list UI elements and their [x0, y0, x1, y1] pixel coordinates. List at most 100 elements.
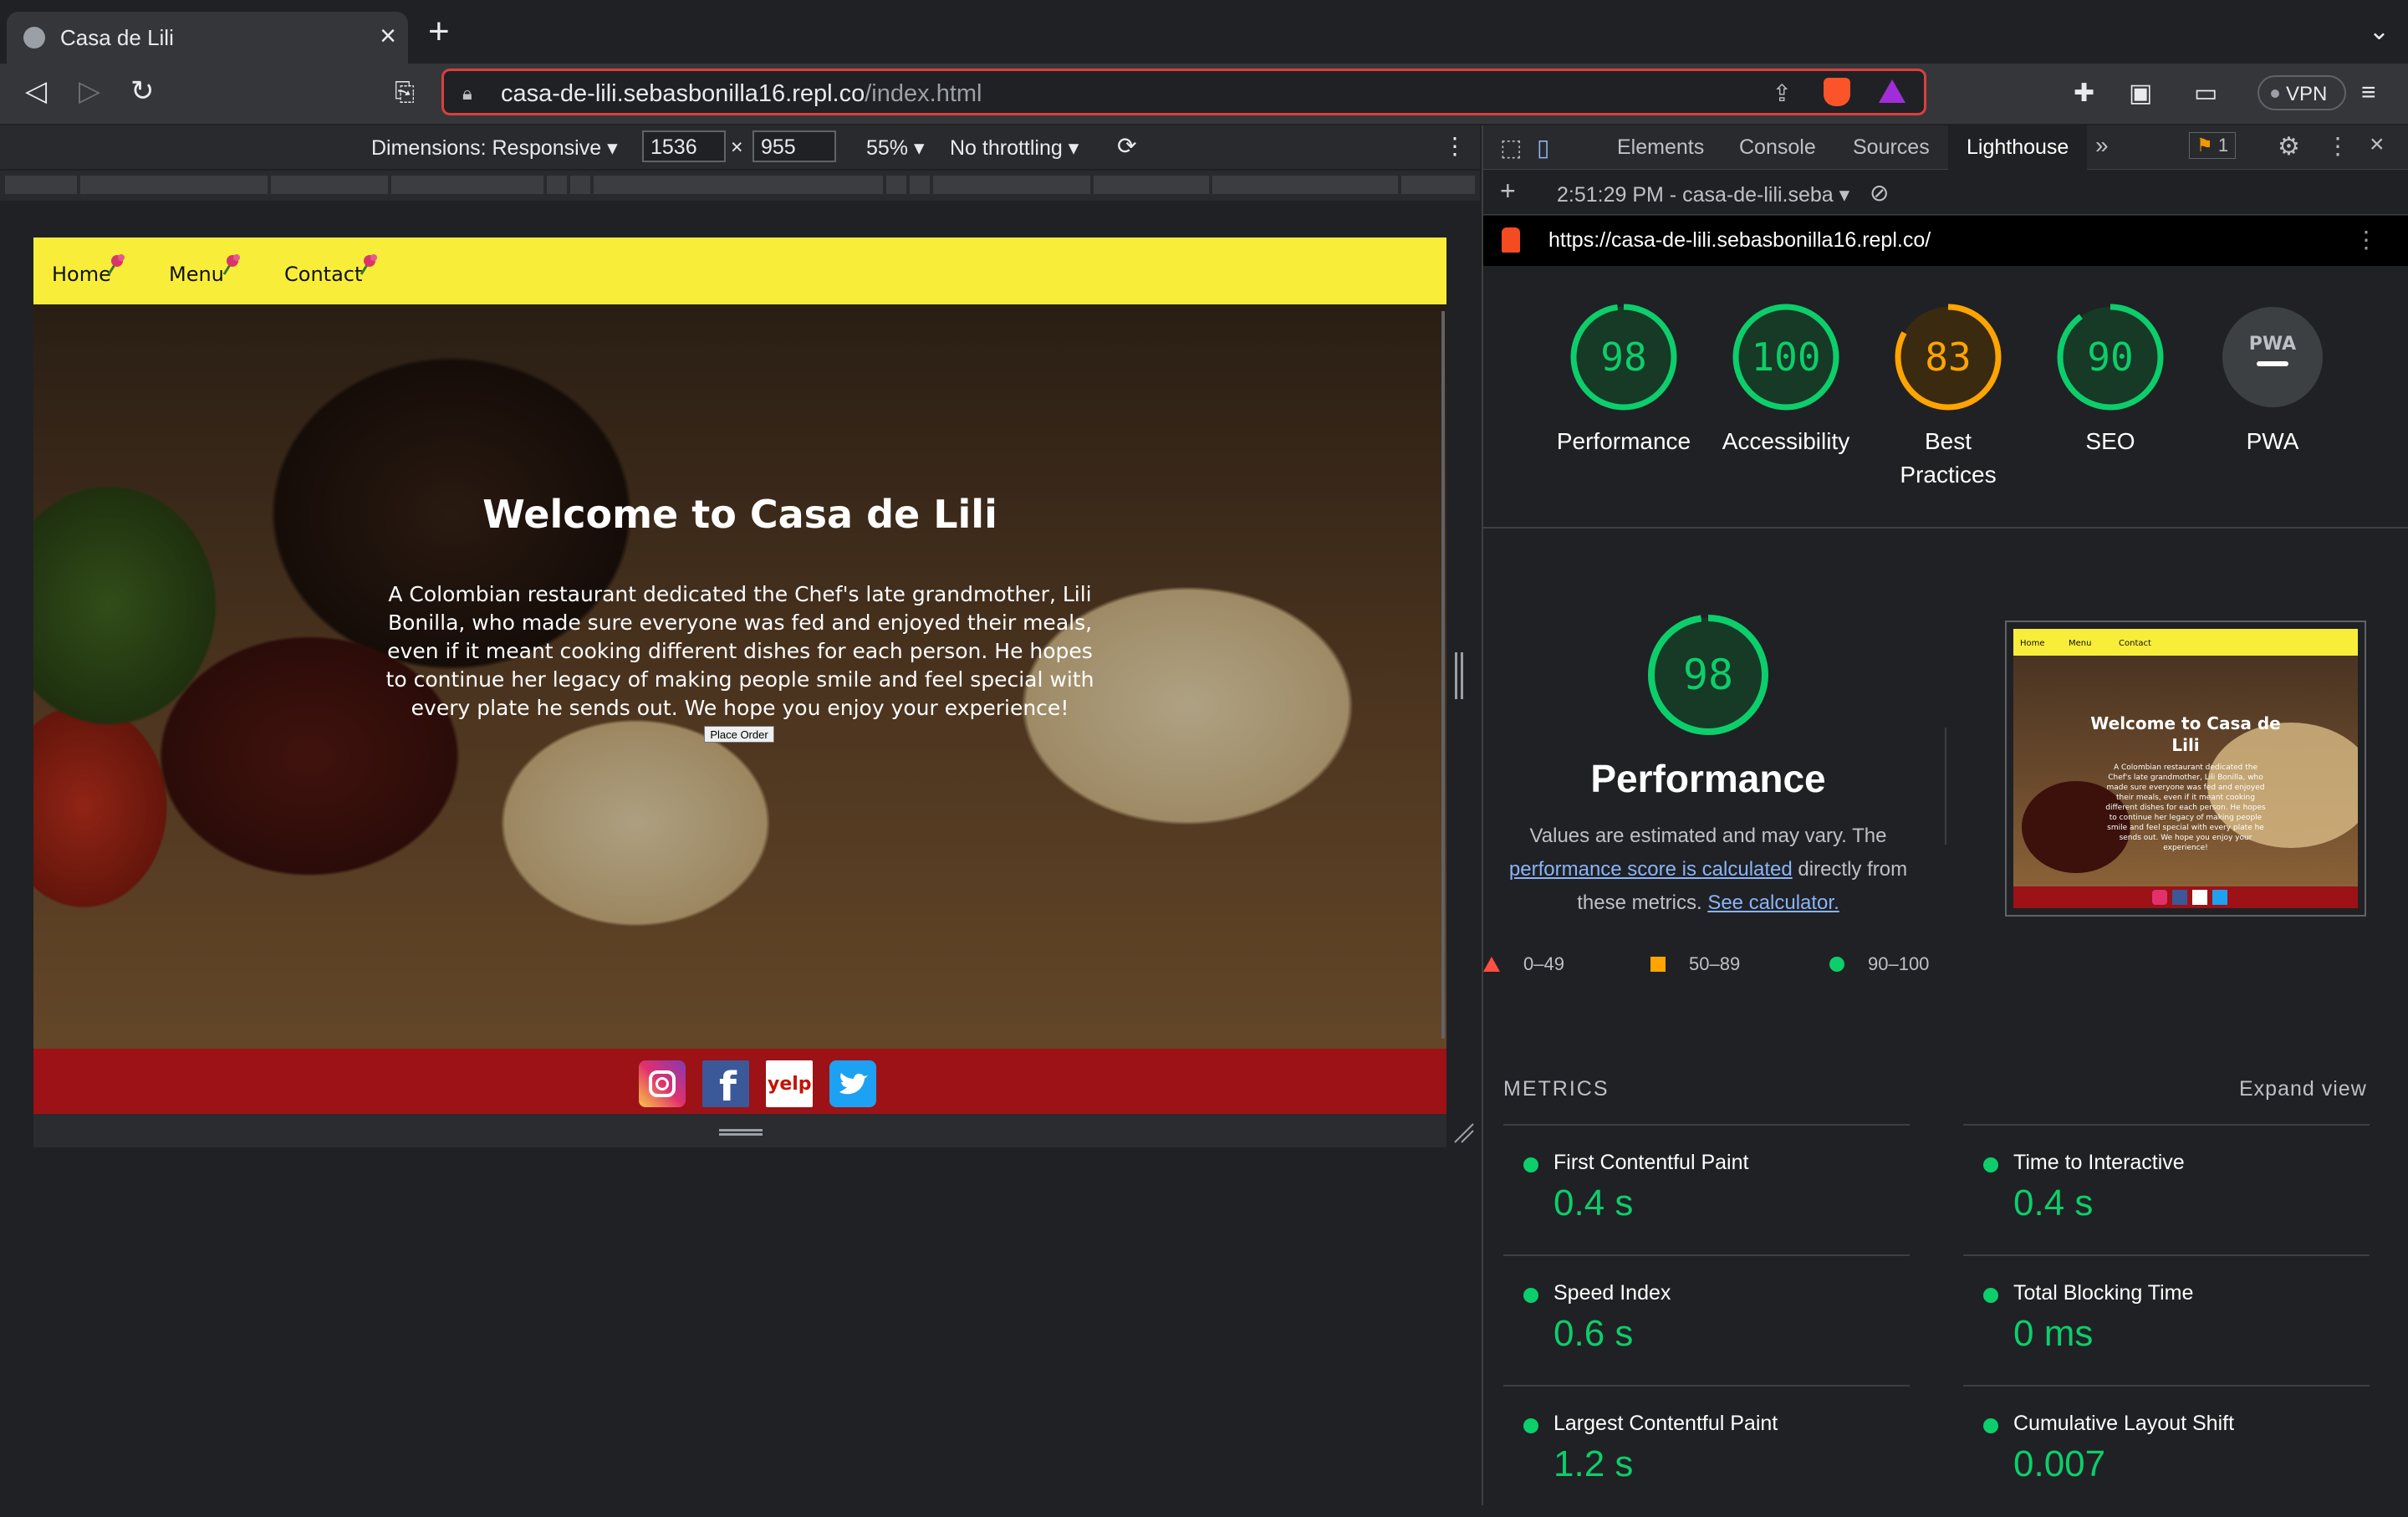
globe-icon — [23, 27, 45, 49]
gauge-score: 83 — [1925, 335, 1971, 380]
gauge-seo[interactable]: 90 — [2056, 303, 2165, 411]
height-input[interactable]: 955 — [752, 130, 836, 162]
gauge-score: 90 — [2087, 335, 2133, 380]
pwa-dash-icon — [2257, 361, 2288, 366]
expand-view-toggle[interactable]: Expand view — [2239, 1077, 2367, 1101]
page-scrollbar[interactable] — [1441, 311, 1445, 1039]
fail-triangle-icon — [1483, 957, 1500, 972]
nav-menu-link[interactable]: Menu — [169, 263, 224, 286]
pass-dot-icon — [1983, 1418, 1998, 1433]
bottom-resize-handle[interactable] — [33, 1114, 1446, 1147]
hero-image: Welcome to Casa de Lili A Colombian rest… — [33, 304, 1446, 1049]
bookmark-icon[interactable]: ⎘ — [395, 80, 415, 105]
nav-contact-link[interactable]: Contact — [284, 263, 362, 286]
menu-icon[interactable]: ≡ — [2361, 79, 2376, 107]
legend-pass: 90–100 — [1868, 953, 1930, 974]
reload-icon[interactable]: ↻ — [130, 77, 155, 105]
pwa-badge-text: PWA — [2249, 334, 2296, 355]
gauge-pwa[interactable]: PWA — [2218, 303, 2327, 411]
zoom-select[interactable]: 55% ▾ — [866, 135, 925, 161]
metric-largest-contentful-paint: Largest Contentful Paint 1.2 s — [1503, 1385, 1910, 1517]
pass-circle-icon — [1829, 957, 1844, 972]
metric-speed-index: Speed Index 0.6 s — [1503, 1254, 1910, 1387]
metrics-heading: METRICS — [1503, 1077, 1610, 1101]
gauge-best-practices[interactable]: 83 — [1894, 303, 2002, 411]
score-calculated-link[interactable]: performance score is calculated — [1509, 858, 1793, 881]
gauge-score: 100 — [1751, 335, 1820, 380]
metric-name: Time to Interactive — [2013, 1151, 2185, 1174]
twitter-icon[interactable] — [829, 1060, 876, 1107]
instagram-icon[interactable] — [639, 1060, 686, 1107]
gauge-label: Best Practices — [1900, 428, 1997, 488]
thumb-nav-home: Home — [2020, 639, 2045, 648]
lock-icon[interactable]: 🔒︎ — [462, 83, 472, 105]
vpn-label: VPN — [2286, 83, 2328, 105]
score-gauges: 98 Performance 100 Accessibility 83 Best Pract… — [1483, 125, 2408, 527]
thumb-title: Welcome to Casa de Lili — [2090, 713, 2281, 755]
thumb-nav-menu: Menu — [2069, 639, 2092, 648]
dimensions-select[interactable]: Dimensions: Responsive ▾ — [371, 135, 618, 161]
brave-rewards-icon[interactable] — [1879, 79, 1905, 103]
metric-cumulative-layout-shift: Cumulative Layout Shift 0.007 — [1963, 1385, 2370, 1517]
device-toolbar: Dimensions: Responsive ▾ 1536 × 955 55% … — [0, 125, 1480, 169]
share-icon[interactable]: ⇪ — [1773, 79, 1792, 107]
page-screenshot-thumbnail[interactable]: Home Menu Contact Welcome to Casa de Lil… — [2005, 621, 2366, 917]
flower-icon — [222, 254, 240, 275]
corner-resize-icon[interactable] — [1451, 1121, 1475, 1144]
gauge-label: Performance — [1556, 428, 1691, 454]
gauge-label: SEO — [2085, 428, 2135, 454]
rotate-icon[interactable]: ⟳ — [1117, 132, 1136, 160]
tab-title: Casa de Lili — [60, 25, 174, 50]
times-sign: × — [731, 135, 743, 159]
metric-name: Cumulative Layout Shift — [2013, 1412, 2235, 1435]
metric-name: Largest Contentful Paint — [1553, 1412, 1778, 1435]
legend-average: 50–89 — [1689, 953, 1741, 974]
gauge-label: Accessibility — [1722, 428, 1850, 454]
width-input[interactable]: 1536 — [642, 130, 726, 162]
new-tab-button[interactable]: + — [428, 13, 450, 50]
metric-name: Speed Index — [1553, 1281, 1671, 1305]
performance-detail-score: 98 — [1683, 651, 1733, 699]
metric-value: 0.4 s — [1553, 1182, 1634, 1223]
divider — [1945, 728, 1946, 845]
metric-time-to-interactive: Time to Interactive 0.4 s — [1963, 1124, 2370, 1256]
see-calculator-link[interactable]: See calculator. — [1707, 891, 1839, 914]
address-bar[interactable]: 🔒︎ casa-de-lili.sebasbonilla16.repl.co/i… — [441, 69, 1926, 115]
forward-icon[interactable]: ▷ — [79, 77, 100, 105]
back-icon[interactable]: ◁ — [25, 77, 47, 105]
pass-dot-icon — [1983, 1288, 1998, 1303]
tab-search-chevron-icon[interactable]: ⌄ — [2369, 17, 2390, 46]
more-options-icon[interactable]: ⋮ — [1443, 132, 1467, 160]
sidebar-icon[interactable]: ▣ — [2129, 79, 2152, 108]
metric-value: 1.2 s — [1553, 1443, 1634, 1484]
extensions-icon[interactable]: ✚ — [2074, 79, 2094, 108]
flower-icon — [360, 254, 377, 275]
wallet-icon[interactable]: ▭ — [2194, 79, 2217, 108]
metric-name: Total Blocking Time — [2013, 1281, 2194, 1305]
metric-value: 0 ms — [2013, 1313, 2094, 1354]
place-order-button[interactable]: Place Order — [704, 726, 774, 743]
devtools-panel: ⬚ ▯ Elements Console Sources Lighthouse … — [1482, 125, 2408, 1505]
nav-home-link[interactable]: Home — [52, 263, 111, 286]
facebook-icon[interactable]: f — [702, 1060, 749, 1111]
hero-description: A Colombian restaurant dedicated the Che… — [385, 582, 1094, 720]
vpn-button[interactable]: VPN — [2258, 75, 2346, 110]
flower-icon — [107, 254, 125, 275]
hero-title: Welcome to Casa de Lili — [482, 492, 997, 537]
thumb-text: A Colombian restaurant dedicated the Che… — [2105, 764, 2266, 852]
yelp-icon[interactable]: yelp — [766, 1060, 813, 1107]
performance-description: Values are estimated and may vary. The p… — [1508, 825, 1908, 914]
metric-value: 0.007 — [2013, 1443, 2106, 1484]
score-legend: 0–49 50–89 90–100 — [1483, 950, 1951, 983]
gauge-accessibility[interactable]: 100 — [1732, 303, 1840, 411]
brave-shields-icon[interactable] — [1824, 78, 1850, 106]
gauge-performance[interactable]: 98 — [1569, 303, 1678, 411]
url-text[interactable]: casa-de-lili.sebasbonilla16.repl.co/inde… — [501, 80, 982, 108]
metric-name: First Contentful Paint — [1553, 1151, 1749, 1174]
right-resize-handle[interactable] — [1455, 652, 1463, 699]
divider — [1483, 527, 2408, 529]
throttling-select[interactable]: No throttling ▾ — [950, 135, 1079, 161]
close-tab-icon[interactable]: × — [380, 20, 396, 53]
website-page: Home Menu Contact Welcome to Casa de Lil… — [33, 238, 1446, 1114]
browser-tab[interactable]: Casa de Lili × — [7, 12, 408, 64]
